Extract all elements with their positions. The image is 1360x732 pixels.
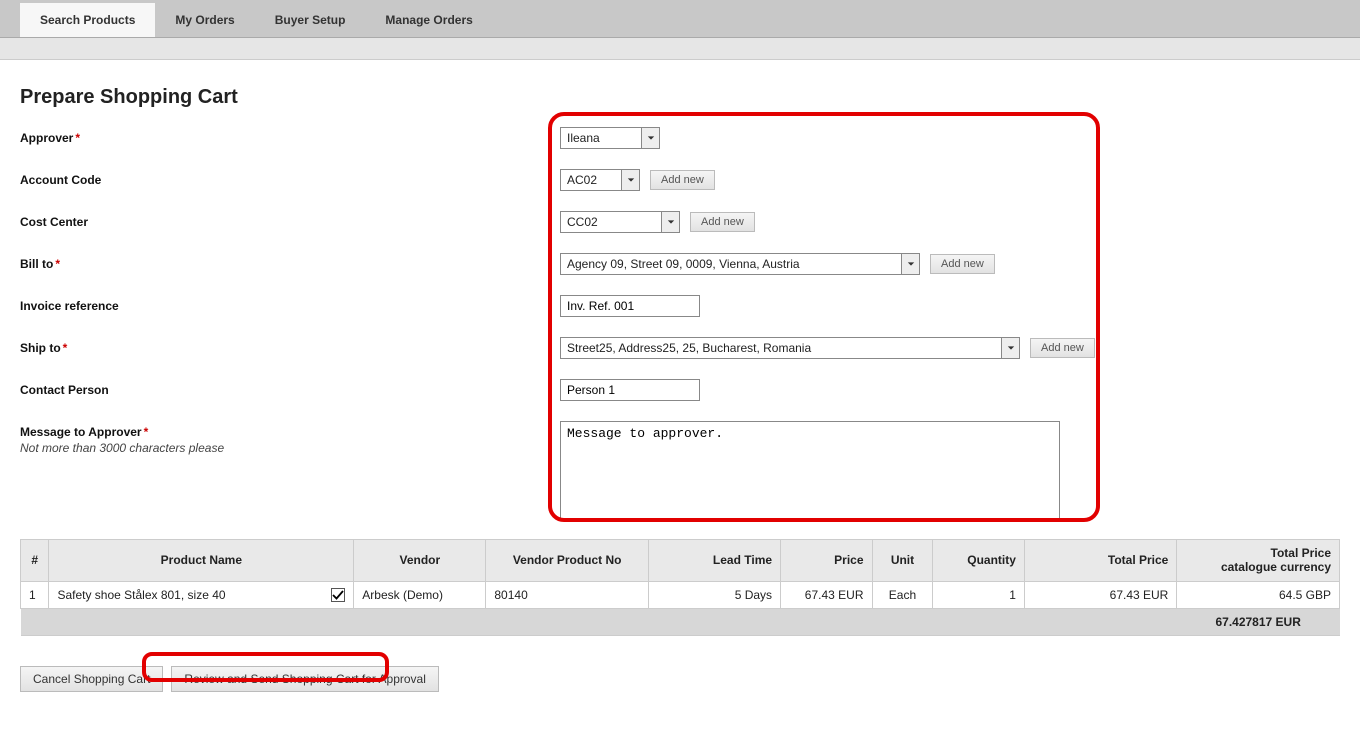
cell-num: 1 xyxy=(21,581,49,608)
cost-center-label: Cost Center xyxy=(20,211,560,229)
bill-to-label: Bill to* xyxy=(20,253,560,271)
review-send-button[interactable]: Review and Send Shopping Cart for Approv… xyxy=(171,666,438,692)
tab-my-orders[interactable]: My Orders xyxy=(155,3,254,37)
chevron-down-icon xyxy=(901,254,919,274)
bill-to-select[interactable]: Agency 09, Street 09, 0009, Vienna, Aust… xyxy=(560,253,920,275)
col-price: Price xyxy=(781,540,872,582)
invoice-ref-label: Invoice reference xyxy=(20,295,560,313)
cell-vendor: Arbesk (Demo) xyxy=(354,581,486,608)
grand-total: 67.427817 EUR xyxy=(1177,608,1340,635)
tab-buyer-setup[interactable]: Buyer Setup xyxy=(255,3,366,37)
cost-center-select[interactable]: CC02 xyxy=(560,211,680,233)
account-code-add-new-button[interactable]: Add new xyxy=(650,170,715,190)
ship-to-select[interactable]: Street25, Address25, 25, Bucharest, Roma… xyxy=(560,337,1020,359)
contact-person-input[interactable] xyxy=(560,379,700,401)
bill-to-add-new-button[interactable]: Add new xyxy=(930,254,995,274)
account-code-select[interactable]: AC02 xyxy=(560,169,640,191)
account-code-label: Account Code xyxy=(20,169,560,187)
approver-select[interactable]: Ileana xyxy=(560,127,660,149)
col-unit: Unit xyxy=(872,540,933,582)
chevron-down-icon xyxy=(641,128,659,148)
ship-to-label: Ship to* xyxy=(20,337,560,355)
col-product: Product Name xyxy=(49,540,354,582)
ship-to-add-new-button[interactable]: Add new xyxy=(1030,338,1095,358)
main-tabs: Search Products My Orders Buyer Setup Ma… xyxy=(0,0,1360,38)
col-num: # xyxy=(21,540,49,582)
message-label: Message to Approver* Not more than 3000 … xyxy=(20,421,560,455)
col-total-price-cat: Total Pricecatalogue currency xyxy=(1177,540,1340,582)
contact-person-label: Contact Person xyxy=(20,379,560,397)
col-total-price: Total Price xyxy=(1024,540,1176,582)
sub-toolbar xyxy=(0,38,1360,60)
cell-unit: Each xyxy=(872,581,933,608)
chevron-down-icon xyxy=(661,212,679,232)
cell-price: 67.43 EUR xyxy=(781,581,872,608)
chevron-down-icon xyxy=(1001,338,1019,358)
cell-vpn: 80140 xyxy=(486,581,649,608)
chevron-down-icon xyxy=(621,170,639,190)
totals-row: 67.427817 EUR xyxy=(21,608,1340,635)
tab-search-products[interactable]: Search Products xyxy=(20,3,155,37)
tab-manage-orders[interactable]: Manage Orders xyxy=(365,3,492,37)
table-row: 1 Safety shoe Stålex 801, size 40 Arbesk… xyxy=(21,581,1340,608)
col-qty: Quantity xyxy=(933,540,1024,582)
col-vendor: Vendor xyxy=(354,540,486,582)
cancel-cart-button[interactable]: Cancel Shopping Cart xyxy=(20,666,163,692)
cell-total-cat: 64.5 GBP xyxy=(1177,581,1340,608)
cart-table: # Product Name Vendor Vendor Product No … xyxy=(20,539,1340,636)
cell-total: 67.43 EUR xyxy=(1024,581,1176,608)
approver-label: Approver* xyxy=(20,127,560,145)
invoice-ref-input[interactable] xyxy=(560,295,700,317)
message-textarea[interactable] xyxy=(560,421,1060,521)
cell-lead: 5 Days xyxy=(648,581,780,608)
col-vpn: Vendor Product No xyxy=(486,540,649,582)
cell-product: Safety shoe Stålex 801, size 40 xyxy=(49,581,354,608)
page-title: Prepare Shopping Cart xyxy=(20,86,1340,109)
col-lead: Lead Time xyxy=(648,540,780,582)
cell-qty: 1 xyxy=(933,581,1024,608)
row-checkbox[interactable] xyxy=(331,588,345,602)
cost-center-add-new-button[interactable]: Add new xyxy=(690,212,755,232)
